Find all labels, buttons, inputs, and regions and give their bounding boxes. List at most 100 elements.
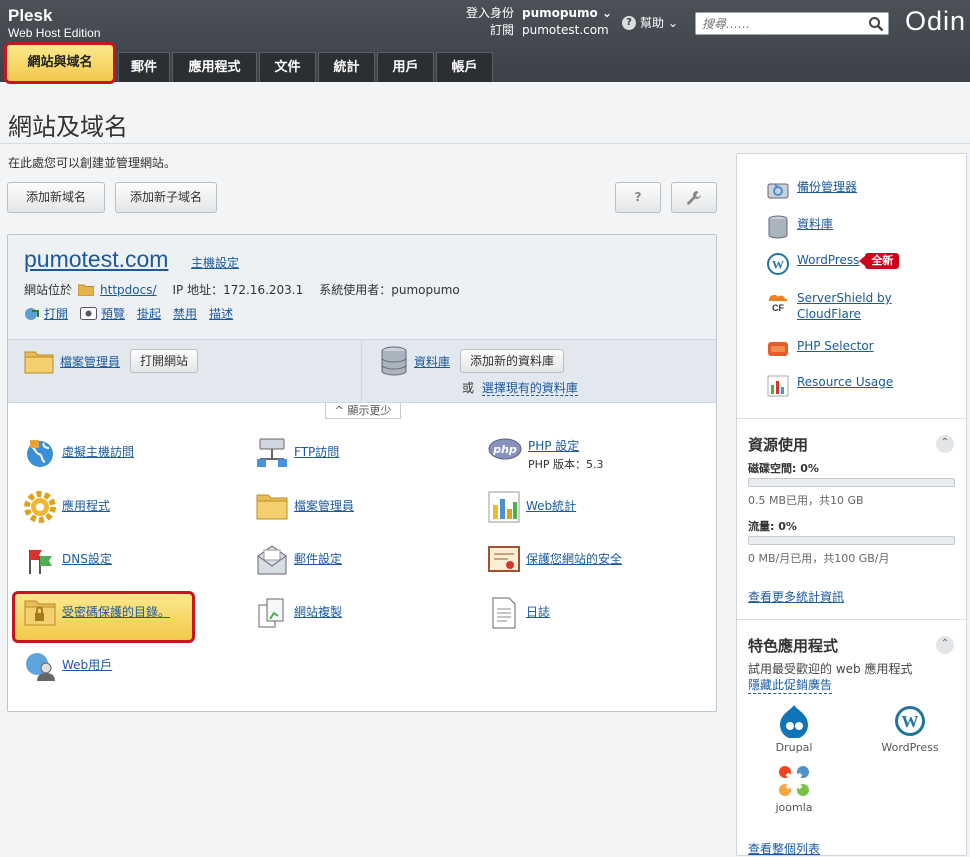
add-database-button[interactable]: 添加新的資料庫 <box>460 349 565 373</box>
app-drupal[interactable]: Drupal <box>759 704 829 754</box>
sidebar-item-databases[interactable]: 資料庫 <box>767 215 833 239</box>
show-less-toggle[interactable]: ^ 顯示更少 <box>325 403 401 419</box>
sidebar-item-wordpress[interactable]: W WordPress 全新 <box>767 253 900 275</box>
feature-website-copy[interactable]: 網站複製 <box>256 597 342 629</box>
preview-action[interactable]: 預覽 <box>80 305 125 322</box>
subscription-value[interactable]: pumotest.com <box>522 22 609 39</box>
search-icon[interactable] <box>868 16 884 35</box>
bar-chart-icon <box>767 375 789 397</box>
database-icon <box>768 215 788 239</box>
docroot-link[interactable]: httpdocs/ <box>100 283 156 297</box>
page-title: 網站及域名 <box>8 113 128 141</box>
select-db-line: 或 選擇現有的資料庫 <box>462 379 578 396</box>
wrench-icon <box>687 191 701 205</box>
domain-info: 網站位於 httpdocs/ IP 地址：172.16.203.1 系統使用者：… <box>24 281 460 298</box>
host-settings-link[interactable]: 主機設定 <box>191 254 239 271</box>
sidebar-item-php-selector[interactable]: PHP Selector <box>767 339 874 359</box>
main-tabs: 網站與域名 郵件 應用程式 文件 統計 用戶 帳戶 <box>0 42 495 84</box>
databases-tool: 資料庫 添加新的資料庫 <box>380 346 565 376</box>
question-icon: ? <box>622 15 636 30</box>
divider <box>361 340 362 402</box>
joomla-icon <box>779 766 809 796</box>
tab-files[interactable]: 文件 <box>259 52 316 82</box>
domain-header: pumotest.com 主機設定 網站位於 httpdocs/ IP 地址：1… <box>8 235 716 339</box>
select-existing-db-link[interactable]: 選擇現有的資料庫 <box>481 381 578 396</box>
disable-action[interactable]: 禁用 <box>173 305 197 322</box>
feature-logs[interactable]: 日誌 <box>488 597 550 629</box>
wordpress-icon: W <box>767 253 789 275</box>
sidebar: 備份管理器 資料庫 W WordPress 全新 CF ServerShield … <box>736 153 967 856</box>
hide-promo-link[interactable]: 隱藏此促銷廣告 <box>748 676 833 694</box>
svg-text:W: W <box>902 712 919 731</box>
new-badge: 全新 <box>859 253 900 269</box>
feature-ftp-access[interactable]: FTP訪問 <box>256 437 339 469</box>
more-stats-link[interactable]: 查看更多統計資訊 <box>748 588 844 605</box>
envelope-icon <box>257 545 287 575</box>
feature-secure-website[interactable]: 保護您網站的安全 <box>488 544 622 574</box>
description-action[interactable]: 描述 <box>209 305 233 322</box>
settings-button[interactable] <box>671 182 717 213</box>
folder-icon <box>256 494 288 520</box>
cloudflare-icon: CF <box>769 295 787 312</box>
tab-mail[interactable]: 郵件 <box>118 52 170 82</box>
collapse-resources-button[interactable]: ⌃ <box>936 435 954 453</box>
login-user[interactable]: pumopumo ⌄ <box>522 5 612 22</box>
search-input[interactable] <box>696 13 856 34</box>
feature-dns-settings[interactable]: DNS設定 <box>24 544 112 576</box>
feature-applications[interactable]: 應用程式 <box>24 491 110 523</box>
gear-icon <box>24 491 56 523</box>
app-wordpress[interactable]: W WordPress <box>875 704 945 754</box>
feature-mail-settings[interactable]: 郵件設定 <box>256 544 342 576</box>
help-button[interactable]: ? <box>615 182 661 213</box>
add-subdomain-button[interactable]: 添加新子域名 <box>115 182 217 213</box>
featured-subtitle: 試用最受歡迎的 web 應用程式 <box>748 662 913 676</box>
copy-icon <box>258 598 284 628</box>
feature-vhost-access[interactable]: 虛擬主機訪問 <box>24 437 134 469</box>
feature-protected-directories[interactable]: 受密碼保護的目錄。 <box>24 597 170 627</box>
php-selector-icon <box>768 342 788 356</box>
view-all-apps-link[interactable]: 查看整個列表 <box>748 840 820 857</box>
tab-account[interactable]: 帳戶 <box>436 52 493 82</box>
resources-title: 資源使用 <box>748 436 809 454</box>
collapse-featured-button[interactable]: ⌃ <box>936 636 954 654</box>
help-menu[interactable]: ? 幫助 ⌄ <box>622 14 678 31</box>
php-version: PHP 版本：5.3 <box>528 458 604 471</box>
sidebar-item-backup-manager[interactable]: 備份管理器 <box>767 178 857 200</box>
databases-link[interactable]: 資料庫 <box>414 353 450 370</box>
folder-icon <box>78 284 95 296</box>
vendor-logo: Odin <box>905 6 967 36</box>
ftp-icon <box>257 438 287 467</box>
user-info: 登入身份 pumopumo ⌄ 訂閱 pumotest.com <box>464 5 612 39</box>
globe-icon <box>27 440 53 467</box>
chevron-down-icon: ⌄ <box>668 15 679 30</box>
tab-users[interactable]: 用戶 <box>377 52 434 82</box>
app-joomla[interactable]: joomla <box>759 764 829 814</box>
feature-file-manager[interactable]: 檔案管理員 <box>256 491 354 521</box>
tab-statistics[interactable]: 統計 <box>318 52 375 82</box>
open-site-button[interactable]: 打開網站 <box>130 349 199 373</box>
disk-meter <box>748 478 955 487</box>
brand-logo[interactable]: Plesk Web Host Edition <box>8 6 101 40</box>
svg-text:CF: CF <box>772 303 784 312</box>
tab-applications[interactable]: 應用程式 <box>172 52 257 82</box>
add-domain-button[interactable]: 添加新域名 <box>7 182 105 213</box>
feature-web-users[interactable]: Web用戶 <box>24 650 112 682</box>
tab-websites-domains[interactable]: 網站與域名 <box>4 42 116 84</box>
sidebar-item-resource-usage[interactable]: Resource Usage <box>767 375 893 397</box>
file-manager-link[interactable]: 檔案管理員 <box>60 353 120 370</box>
traffic-meter <box>748 536 955 545</box>
ip-address: IP 地址：172.16.203.1 <box>172 283 304 297</box>
open-action[interactable]: 打開 <box>24 305 68 322</box>
disk-space-label: 磁碟空間: 0% <box>748 462 819 475</box>
traffic-label: 流量: 0% <box>748 520 797 533</box>
locked-folder-icon <box>24 600 56 626</box>
sidebar-item-servershield[interactable]: CF ServerShield by CloudFlare <box>767 290 897 322</box>
domain-name-link[interactable]: pumotest.com <box>24 246 168 273</box>
location-label: 網站位於 <box>24 283 73 297</box>
flags-icon <box>29 550 52 574</box>
suspend-action[interactable]: 掛起 <box>137 305 161 322</box>
feature-php-settings[interactable]: php PHP 設定 PHP 版本：5.3 <box>488 437 604 472</box>
feature-web-statistics[interactable]: Web統計 <box>488 491 576 523</box>
open-icon <box>25 307 39 320</box>
top-bar: Plesk Web Host Edition 登入身份 pumopumo ⌄ 訂… <box>0 0 970 84</box>
